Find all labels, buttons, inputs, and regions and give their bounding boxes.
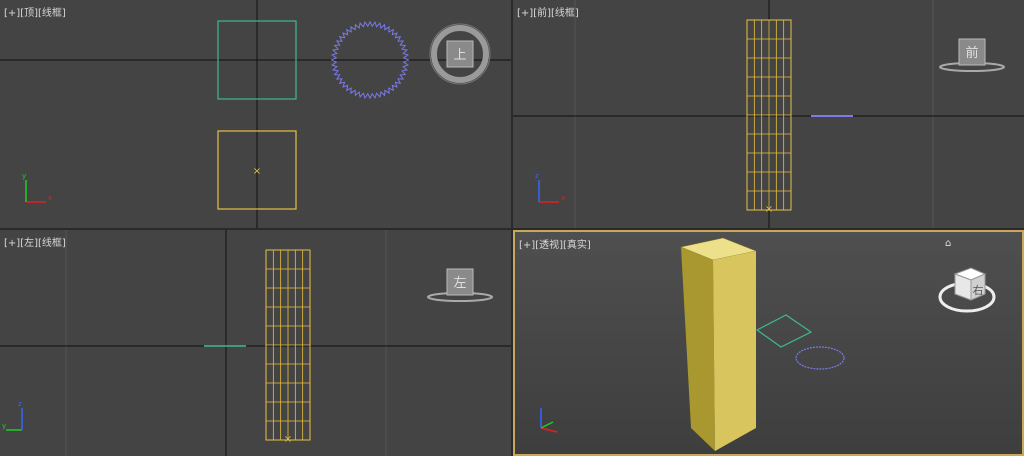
viewport-top-canvas[interactable]: × 上 x y — [0, 0, 511, 228]
viewcube[interactable]: 前 — [939, 38, 1005, 72]
viewcube[interactable]: 左 — [427, 268, 493, 302]
viewport-left-canvas[interactable]: × 左 y z — [0, 230, 511, 456]
viewport-left-label: [+][左][线框] — [4, 234, 66, 249]
viewport-left[interactable]: × 左 y z [+][左][线框] — [0, 230, 511, 456]
viewport-view-name[interactable]: [左] — [20, 238, 38, 249]
viewport-shading-mode[interactable]: [线框] — [551, 8, 579, 19]
viewport-top[interactable]: × 上 x y [+][顶][线框] — [0, 0, 511, 228]
viewport-view-name[interactable]: [顶] — [20, 8, 38, 19]
viewcube-face-label: 左 — [453, 276, 466, 291]
viewport-top-label: [+][顶][线框] — [4, 4, 66, 19]
viewport-shading-mode[interactable]: [真实] — [563, 240, 591, 251]
axis-tripod-icon: y z — [2, 400, 23, 431]
viewport-menu[interactable]: [+] — [4, 238, 20, 249]
svg-text:z: z — [18, 400, 22, 408]
viewport-menu[interactable]: [+] — [4, 8, 20, 19]
box-object[interactable] — [746, 19, 792, 211]
viewport-menu[interactable]: [+] — [517, 8, 533, 19]
axis-tripod-icon — [540, 408, 558, 433]
viewport-perspective[interactable]: ⌂ 右 [+][透视][真实] — [513, 230, 1024, 456]
svg-text:z: z — [535, 172, 539, 180]
viewport-front-label: [+][前][线框] — [517, 4, 579, 19]
viewcube[interactable]: 右 — [938, 267, 996, 313]
viewport-perspective-label: [+][透视][真实] — [519, 236, 591, 251]
viewport-view-name[interactable]: [透视] — [535, 240, 563, 251]
box-object-shaded[interactable] — [680, 237, 757, 451]
viewport-shading-mode[interactable]: [线框] — [38, 238, 66, 249]
viewport-front-canvas[interactable]: × 前 x z — [513, 0, 1024, 228]
viewcube-face-label: 上 — [453, 48, 466, 63]
viewport-perspective-canvas[interactable]: ⌂ 右 — [515, 232, 1022, 454]
axis-tripod-icon: x y — [22, 172, 52, 203]
viewcube-face-label: 右 — [973, 283, 984, 297]
circle-object[interactable] — [795, 346, 845, 370]
viewport-menu[interactable]: [+] — [519, 240, 535, 251]
svg-text:x: x — [561, 194, 565, 202]
viewport-view-name[interactable]: [前] — [533, 8, 551, 19]
axis-tripod-icon: x z — [535, 172, 565, 203]
viewport-front[interactable]: × 前 x z [+][前][线框] — [513, 0, 1024, 228]
viewport-shading-mode[interactable]: [线框] — [38, 8, 66, 19]
svg-text:x: x — [48, 194, 52, 202]
pivot-marker: × — [765, 204, 773, 215]
pivot-marker: × — [253, 166, 261, 177]
home-icon[interactable]: ⌂ — [945, 238, 951, 249]
svg-text:y: y — [2, 422, 6, 430]
svg-text:y: y — [22, 172, 26, 180]
box-object[interactable] — [265, 249, 311, 441]
pivot-marker: × — [284, 434, 292, 445]
plane-object[interactable] — [755, 314, 813, 348]
viewcube-face-label: 前 — [965, 45, 978, 61]
viewcube[interactable]: 上 — [429, 23, 491, 85]
